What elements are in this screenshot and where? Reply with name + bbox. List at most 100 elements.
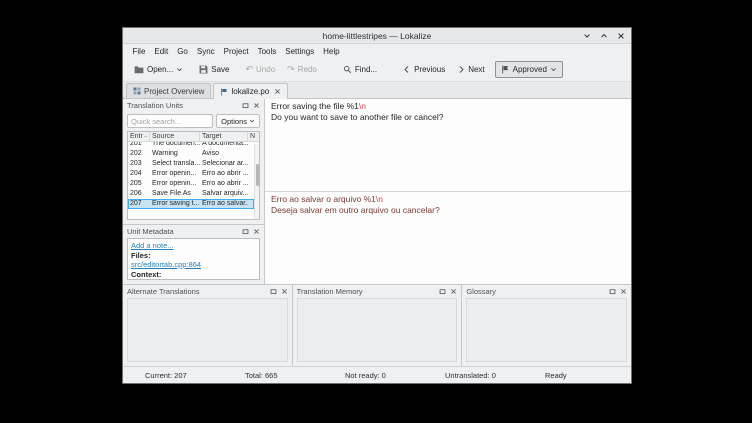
table-row[interactable]: 206 Save File As Salvar arquiv... (128, 189, 254, 199)
translation-units-dock: Translation Units Quick search... Option… (123, 99, 264, 225)
folder-icon (134, 66, 144, 74)
close-button[interactable] (616, 31, 626, 41)
column-header-target[interactable]: Target (200, 132, 248, 141)
target-line: Deseja salvar em outro arquivo ou cancel… (271, 205, 440, 215)
status-not-ready: Not ready: 0 (345, 370, 386, 380)
escape-sequence: \n (375, 194, 383, 204)
column-header-source[interactable]: Source (150, 132, 200, 141)
status-state: Ready (545, 370, 567, 380)
float-icon (242, 103, 249, 109)
menu-edit[interactable]: Edit (150, 47, 173, 56)
titlebar[interactable]: home-littlestripes — Lokalize (123, 28, 631, 44)
dock-content (466, 298, 628, 362)
close-icon (621, 289, 626, 294)
find-button[interactable]: Find... (337, 61, 383, 78)
source-line: Do you want to save to another file or c… (271, 112, 444, 122)
status-untranslated: Untranslated: 0 (445, 370, 496, 380)
redo-arrow-icon: ↷ (287, 64, 295, 74)
tab-lokalize-po[interactable]: lokalize.po (213, 83, 289, 99)
close-icon (275, 89, 281, 94)
files-label: Files: (131, 250, 151, 260)
float-dock-button[interactable] (439, 288, 446, 295)
sort-ascending-icon (144, 135, 147, 138)
float-dock-button[interactable] (242, 228, 249, 235)
tab-project-overview[interactable]: Project Overview (126, 83, 212, 98)
target-line: Erro ao salvar o arquivo %1\n (271, 194, 383, 204)
quick-search-input[interactable] (127, 114, 214, 128)
dock-content (296, 298, 458, 362)
open-button[interactable]: Open... (128, 61, 189, 78)
vertical-scrollbar[interactable] (254, 144, 259, 219)
float-dock-button[interactable] (609, 288, 616, 295)
previous-button[interactable]: Previous (397, 61, 451, 78)
column-header-notes[interactable]: N (248, 132, 259, 141)
translation-units-controls: Options (123, 112, 264, 130)
approved-toggle-button[interactable]: Approved (494, 61, 563, 78)
table-row[interactable]: 204 Error openin... Erro ao abrir ... (128, 169, 254, 179)
menu-go[interactable]: Go (173, 47, 193, 56)
context-label: Context: (131, 269, 162, 279)
menu-file[interactable]: File (128, 47, 150, 56)
flag-icon (501, 65, 508, 74)
close-dock-button[interactable] (450, 288, 457, 295)
save-button[interactable]: Save (193, 61, 235, 78)
menu-tools[interactable]: Tools (253, 47, 281, 56)
chevron-down-icon (249, 119, 255, 123)
scrollbar-thumb[interactable] (255, 163, 259, 186)
translation-editor: Error saving the file %1\n Do you want t… (265, 99, 631, 284)
undo-button[interactable]: ↶ Undo (239, 61, 281, 78)
alternate-translations-dock: Alternate Translations (123, 285, 293, 366)
chevron-down-icon (550, 68, 556, 72)
options-button[interactable]: Options (216, 114, 260, 128)
close-icon (618, 32, 624, 39)
translation-units-table: Entr Source Target N 201 The documen... (127, 131, 260, 220)
table-rows: 201 The documen... A documenta... 202 Wa… (128, 142, 259, 219)
glossary-dock: Glossary (462, 285, 631, 366)
close-icon (254, 103, 259, 108)
menu-sync[interactable]: Sync (192, 47, 219, 56)
left-dock-column: Translation Units Quick search... Option… (123, 99, 265, 284)
close-icon (254, 229, 259, 234)
add-note-link[interactable]: Add a note... (131, 241, 174, 250)
unit-metadata-body: Add a note... Files: src/editortab.cpp:8… (127, 238, 260, 280)
minimize-button[interactable] (582, 31, 592, 41)
unit-metadata-dock: Unit Metadata Add a note... Files: src/e… (123, 225, 264, 284)
menu-project[interactable]: Project (219, 47, 253, 56)
floppy-disk-icon (199, 65, 208, 74)
close-dock-button[interactable] (253, 102, 260, 109)
dock-content (127, 298, 288, 362)
menu-settings[interactable]: Settings (281, 47, 319, 56)
float-dock-button[interactable] (270, 288, 277, 295)
dock-title: Alternate Translations (127, 287, 200, 296)
source-line: Error saving the file %1\n (271, 101, 366, 111)
translation-memory-dock: Translation Memory (293, 285, 463, 366)
target-text-area[interactable]: Erro ao salvar o arquivo %1\n Deseja sal… (265, 192, 631, 284)
file-link[interactable]: src/editortab.cpp:864 (131, 260, 201, 269)
table-row[interactable]: 203 Select transla... Selecionar ar... (128, 159, 254, 169)
table-row[interactable]: 201 The documen... A documenta... (128, 142, 254, 149)
chevron-down-icon (584, 33, 590, 38)
table-row-selected[interactable]: 207 Error saving t... Erro ao salvar... (128, 199, 254, 209)
table-row[interactable]: 202 Warning Aviso (128, 149, 254, 159)
float-dock-button[interactable] (242, 102, 249, 109)
desktop-background: home-littlestripes — Lokalize File Edit … (0, 0, 752, 423)
float-icon (439, 289, 446, 295)
source-text-area[interactable]: Error saving the file %1\n Do you want t… (265, 99, 631, 192)
chevron-down-icon (177, 68, 183, 72)
column-header-entry[interactable]: Entr (128, 132, 150, 141)
bottom-dock-row: Alternate Translations Translation Memor… (123, 284, 631, 366)
redo-button[interactable]: ↷ Redo (281, 61, 323, 78)
next-button[interactable]: Next (451, 61, 490, 78)
tabbar: Project Overview lokalize.po (123, 82, 631, 99)
close-icon (451, 289, 457, 294)
maximize-button[interactable] (599, 31, 609, 41)
close-dock-button[interactable] (620, 288, 627, 295)
table-row[interactable]: 205 Error openin... Erro ao abrir ... (128, 179, 254, 189)
chevron-right-icon (459, 66, 464, 73)
close-dock-button[interactable] (281, 288, 288, 295)
close-dock-button[interactable] (253, 228, 260, 235)
lokalize-window: home-littlestripes — Lokalize File Edit … (122, 27, 632, 384)
menu-help[interactable]: Help (319, 47, 344, 56)
project-grid-icon (133, 87, 141, 95)
tab-close-button[interactable] (274, 88, 281, 95)
